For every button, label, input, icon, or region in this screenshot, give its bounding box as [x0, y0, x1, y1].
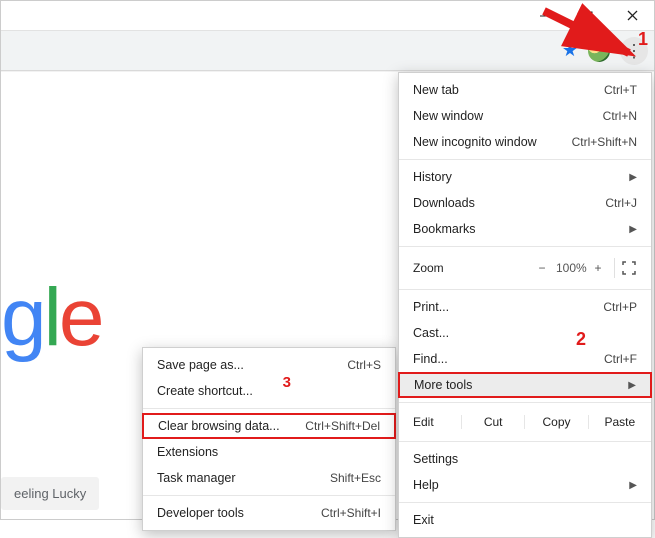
annotation-1: 1	[638, 29, 648, 50]
feeling-lucky-button[interactable]: eeling Lucky	[1, 477, 99, 510]
menu-exit[interactable]: Exit	[399, 507, 651, 533]
submenu-clear-browsing-data[interactable]: Clear browsing data...Ctrl+Shift+Del	[142, 413, 396, 439]
google-logo: gle	[1, 271, 101, 365]
zoom-in-button[interactable]: +	[584, 261, 612, 275]
zoom-out-button[interactable]: −	[528, 261, 556, 275]
annotation-arrow	[534, 1, 654, 81]
menu-help[interactable]: Help▶	[399, 472, 651, 498]
chrome-main-menu: New tabCtrl+T New windowCtrl+N New incog…	[398, 72, 652, 538]
menu-new-window[interactable]: New windowCtrl+N	[399, 103, 651, 129]
chevron-right-icon: ▶	[629, 480, 637, 491]
chevron-right-icon: ▶	[628, 380, 636, 391]
menu-settings[interactable]: Settings	[399, 446, 651, 472]
submenu-extensions[interactable]: Extensions	[143, 439, 395, 465]
menu-find[interactable]: Find...Ctrl+F	[399, 346, 651, 372]
more-tools-submenu: Save page as...Ctrl+S Create shortcut...…	[142, 347, 396, 531]
annotation-3: 3	[283, 374, 291, 391]
menu-downloads[interactable]: DownloadsCtrl+J	[399, 190, 651, 216]
chevron-right-icon: ▶	[629, 172, 637, 183]
menu-more-tools[interactable]: More tools▶	[398, 372, 652, 398]
menu-history[interactable]: History▶	[399, 164, 651, 190]
chevron-right-icon: ▶	[629, 224, 637, 235]
fullscreen-icon	[622, 261, 636, 275]
edit-cut-button[interactable]: Cut	[461, 415, 524, 429]
submenu-task-manager[interactable]: Task managerShift+Esc	[143, 465, 395, 491]
fullscreen-button[interactable]	[617, 261, 641, 275]
menu-cast[interactable]: Cast...	[399, 320, 651, 346]
menu-bookmarks[interactable]: Bookmarks▶	[399, 216, 651, 242]
annotation-2: 2	[576, 329, 586, 350]
zoom-value: 100%	[556, 261, 584, 275]
submenu-save-page[interactable]: Save page as...Ctrl+S	[143, 352, 395, 378]
edit-copy-button[interactable]: Copy	[524, 415, 587, 429]
edit-paste-button[interactable]: Paste	[588, 415, 651, 429]
submenu-create-shortcut[interactable]: Create shortcut...	[143, 378, 395, 404]
menu-zoom: Zoom − 100% +	[399, 251, 651, 285]
menu-new-incognito[interactable]: New incognito windowCtrl+Shift+N	[399, 129, 651, 155]
menu-edit: Edit Cut Copy Paste	[399, 407, 651, 437]
submenu-developer-tools[interactable]: Developer toolsCtrl+Shift+I	[143, 500, 395, 526]
menu-print[interactable]: Print...Ctrl+P	[399, 294, 651, 320]
